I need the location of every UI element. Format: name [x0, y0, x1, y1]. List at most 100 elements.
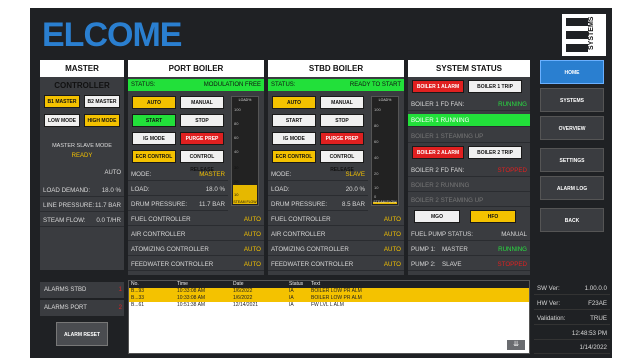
alarms-port-row[interactable]: ALARMS PORT 2 — [40, 300, 124, 316]
alarm-cell: B...61 — [131, 302, 145, 308]
alarm-cell: 10:51:38 AM — [177, 302, 206, 308]
boiler1-steaming-label: BOILER 1 STEAMING UP — [411, 133, 484, 140]
master-auto-status: AUTO — [104, 170, 121, 176]
port-start-button[interactable]: START — [132, 114, 176, 127]
port-manual-button[interactable]: MANUAL — [180, 96, 224, 109]
b1-master-button[interactable]: B1 MASTER — [44, 95, 80, 108]
port-stop-button[interactable]: STOP — [180, 114, 224, 127]
b2-master-button[interactable]: B2 MASTER — [84, 95, 120, 108]
port-ig-mode-button[interactable]: IG MODE — [132, 132, 176, 145]
alarm-reset-button[interactable]: ALARM RESET — [56, 322, 108, 346]
stbd-drum-value: 8.5 BAR — [341, 201, 365, 208]
boiler2-alarm-button[interactable]: BOILER 2 ALARM — [412, 146, 464, 159]
port-air-controller-label: AIR CONTROLLER — [131, 231, 186, 238]
port-status-bar: STATUS: MODULATION FREE — [128, 79, 264, 91]
alarm-scroll-down-icon[interactable]: ⇊ — [507, 340, 525, 350]
port-gauge-top-label: LOAD% — [238, 98, 252, 102]
alarm-cell: B...93 — [131, 288, 145, 294]
stbd-gauge-tick: 10 — [374, 185, 379, 190]
port-gauge-tick: 10 — [234, 192, 239, 197]
stbd-feedwater-controller-label: FEEDWATER CONTROLLER — [271, 261, 354, 268]
alarm-log-button[interactable]: ALARM LOG — [540, 176, 604, 200]
boiler2-trip-button[interactable]: BOILER 2 TRIP — [468, 146, 522, 159]
stbd-manual-button[interactable]: MANUAL — [320, 96, 364, 109]
port-mode-value: MASTER — [199, 171, 225, 178]
stbd-control-release-button[interactable]: CONTROL RELEASE — [320, 150, 364, 173]
clock-date-value: 1/14/2022 — [579, 344, 607, 351]
boiler1-alarm-button[interactable]: BOILER 1 ALARM — [412, 80, 464, 93]
alarm-cell: 12/14/2021 — [233, 302, 259, 308]
alarms-stbd-row[interactable]: ALARMS STBD 1 — [40, 282, 124, 298]
alarm-cell: BOILER LOW PR ALM — [311, 295, 362, 301]
port-drum-label: DRUM PRESSURE: — [131, 201, 188, 208]
sw-version-label: SW Ver: — [537, 285, 560, 292]
boiler2-running-indicator: BOILER 2 RUNNING — [408, 179, 530, 192]
pump2-value: STOPPED — [497, 261, 527, 268]
load-demand-row: LOAD DEMAND: 18.0 % — [40, 184, 124, 197]
stbd-start-button[interactable]: START — [272, 114, 316, 127]
systems-logo: SYSTEMS — [562, 14, 606, 56]
alarm-col-date: Date — [233, 281, 244, 287]
port-drum-value: 11.7 BAR — [198, 201, 225, 208]
alarm-cell: IA — [289, 288, 294, 294]
validation-label: Validation: — [537, 315, 566, 322]
logo-bar-bot — [566, 44, 588, 52]
fuel-pump-status-value: MANUAL — [501, 231, 527, 238]
pump2-label: PUMP 2: — [411, 261, 436, 268]
stbd-stop-button[interactable]: STOP — [320, 114, 364, 127]
alarm-list: No. Time Date Status Text B...93 10:33:0… — [128, 280, 530, 354]
port-feedwater-controller-label: FEEDWATER CONTROLLER — [131, 261, 214, 268]
home-button[interactable]: HOME — [540, 60, 604, 84]
stbd-atomizing-controller-value: AUTO — [383, 246, 401, 253]
port-atomizing-controller-row: ATOMIZING CONTROLLER AUTO — [128, 243, 264, 256]
high-mode-button[interactable]: HIGH MODE — [84, 114, 120, 127]
stbd-purge-button[interactable]: PURGE PREP — [320, 132, 364, 145]
stbd-ecr-control-button[interactable]: ECR CONTROL — [272, 150, 316, 163]
settings-button[interactable]: SETTINGS — [540, 148, 604, 172]
master-slave-mode-value: READY — [71, 153, 93, 159]
systems-button[interactable]: SYSTEMS — [540, 88, 604, 112]
overview-button[interactable]: OVERVIEW — [540, 116, 604, 140]
version-panel: SW Ver: 1.00.0.0 HW Ver: F23AE Validatio… — [534, 280, 610, 354]
stbd-ig-mode-button[interactable]: IG MODE — [272, 132, 316, 145]
port-control-release-button[interactable]: CONTROL RELEASE — [180, 150, 224, 173]
alarm-row[interactable]: B...61 10:51:38 AM 12/14/2021 IA FW LVL … — [129, 302, 529, 309]
clock-time: 12:48:53 PM — [534, 327, 610, 340]
stbd-auto-button[interactable]: AUTO — [272, 96, 316, 109]
pump1-row: PUMP 1: MASTER RUNNING — [408, 243, 530, 256]
alarm-cell: BOILER LOW PR ALM — [311, 288, 362, 294]
stbd-atomizing-controller-label: ATOMIZING CONTROLLER — [271, 246, 349, 253]
port-gauge-bottom-label: STEAM FLOW — [233, 200, 257, 204]
line-pressure-label: LINE PRESSURE: — [43, 202, 95, 209]
alarm-table-header: No. Time Date Status Text — [129, 281, 529, 288]
mgo-button[interactable]: MGO — [414, 210, 460, 223]
port-load-gauge: LOAD% 100 80 60 40 30 20 10 STEAM FLOW — [231, 96, 259, 206]
stbd-fuel-controller-label: FUEL CONTROLLER — [271, 216, 331, 223]
boiler2-fd-fan-label: BOILER 2 FD FAN: — [411, 167, 465, 174]
master-controller-panel: MASTER CONTROLLER B1 MASTER B2 MASTER LO… — [40, 60, 124, 270]
low-mode-button[interactable]: LOW MODE — [44, 114, 80, 127]
logo-bar-mid — [566, 31, 588, 39]
stbd-gauge-tick: 20 — [374, 171, 379, 176]
system-status-panel: SYSTEM STATUS BOILER 1 ALARM BOILER 1 TR… — [408, 60, 530, 275]
port-purge-button[interactable]: PURGE PREP — [180, 132, 224, 145]
alarm-col-status: Status — [289, 281, 304, 287]
hfo-button[interactable]: HFO — [470, 210, 516, 223]
boiler1-trip-button[interactable]: BOILER 1 TRIP — [468, 80, 522, 93]
alarm-cell: IA — [289, 302, 294, 308]
port-ecr-control-button[interactable]: ECR CONTROL — [132, 150, 176, 163]
alarms-port-count: 2 — [118, 305, 122, 311]
stbd-boiler-panel: STBD BOILER STATUS: READY TO START AUTO … — [268, 60, 404, 275]
port-status-value: MODULATION FREE — [203, 82, 261, 88]
alarm-row[interactable]: B...33 10:33:08 AM 1/6/2022 IA BOILER LO… — [129, 295, 529, 302]
alarm-cell: FW LVL L ALM — [311, 302, 344, 308]
stbd-mode-row: MODE: SLAVE — [268, 168, 368, 181]
stbd-feedwater-controller-value: AUTO — [383, 261, 401, 268]
fuel-pump-status-label: FUEL PUMP STATUS: — [411, 231, 473, 238]
alarms-stbd-label: ALARMS STBD — [44, 287, 87, 293]
back-button[interactable]: BACK — [540, 208, 604, 232]
stbd-atomizing-controller-row: ATOMIZING CONTROLLER AUTO — [268, 243, 404, 256]
alarm-row[interactable]: B...93 10:33:08 AM 1/6/2022 IA BOILER LO… — [129, 288, 529, 295]
port-air-controller-value: AUTO — [243, 231, 261, 238]
port-auto-button[interactable]: AUTO — [132, 96, 176, 109]
